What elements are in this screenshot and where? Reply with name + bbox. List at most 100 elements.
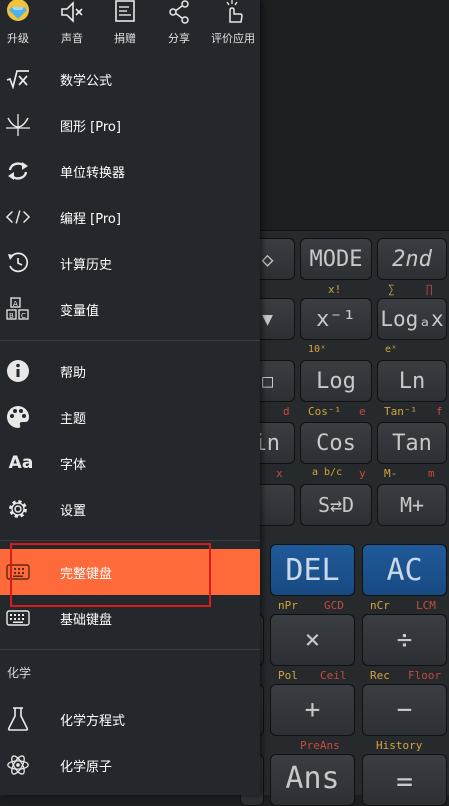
divider [0, 649, 260, 650]
menu-chem-atom-label: 化学原子 [60, 759, 113, 775]
label-npr: nPr [278, 599, 298, 612]
menu-font-label: 字体 [60, 457, 87, 473]
donate-action[interactable]: 捐赠 [102, 0, 148, 50]
second-key[interactable]: 2nd [377, 238, 447, 280]
navigation-drawer: 升级 声音 捐赠 分享 评价应用 数学公式 图形 [Pro] 单位转换器 编程 … [0, 0, 260, 795]
label-gcd: GCD [324, 599, 344, 612]
menu-variables-label: 变量值 [60, 303, 100, 319]
menu-font[interactable]: Aa 字体 [0, 440, 260, 486]
menu-help[interactable]: 帮助 [0, 348, 260, 394]
share-icon [156, 0, 202, 28]
label-pi-product: ∏ [426, 283, 433, 296]
drawer-top-actions: 升级 声音 捐赠 分享 评价应用 [0, 0, 260, 56]
menu-unit-converter-label: 单位转换器 [60, 165, 126, 181]
upgrade-action[interactable]: 升级 [0, 0, 41, 50]
keyboard-icon [6, 606, 30, 630]
label-ex: eˣ [385, 344, 398, 355]
divide-key[interactable]: ÷ [362, 614, 447, 666]
log-a-x-key[interactable]: Logₐx [377, 298, 447, 340]
abc-blocks-icon: ABC [6, 297, 30, 321]
square-icon: □ [262, 370, 273, 392]
rate-app-label: 评价应用 [211, 32, 255, 45]
label-m: m [428, 467, 435, 480]
menu-unit-converter[interactable]: 单位转换器 [0, 148, 260, 194]
ln-key[interactable]: Ln [377, 360, 447, 402]
equals-key[interactable]: = [362, 754, 447, 806]
s-d-toggle-key[interactable]: S⇄D [300, 484, 372, 526]
label-f: f [436, 405, 443, 418]
palette-icon [6, 405, 30, 429]
menu-math-formulas[interactable]: 数学公式 [0, 56, 260, 102]
label-y: y [359, 467, 366, 480]
atom-icon [6, 753, 30, 777]
rate-hand-icon [207, 0, 259, 28]
label-x-factorial: x! [328, 283, 342, 296]
gem-icon [0, 0, 41, 28]
sqrt-x-icon [6, 67, 30, 91]
label-floor: Floor [408, 669, 442, 682]
share-action[interactable]: 分享 [156, 0, 202, 50]
plus-key[interactable]: + [270, 684, 355, 736]
menu-graph[interactable]: 图形 [Pro] [0, 102, 260, 148]
menu-chem-equation-label: 化学方程式 [60, 713, 126, 729]
flask-icon [6, 707, 30, 731]
label-lcm: LCM [416, 599, 436, 612]
label-e: e [359, 405, 366, 418]
triangle-down-icon: ▼ [262, 308, 273, 330]
chemistry-section-header: 化学 [7, 666, 32, 680]
share-label: 分享 [168, 32, 190, 45]
menu-calc-history[interactable]: 计算历史 [0, 240, 260, 286]
font-icon: Aa [8, 453, 34, 473]
label-x: x [276, 467, 283, 480]
donate-icon [102, 0, 148, 28]
menu-basic-keyboard-label: 基础键盘 [60, 612, 113, 628]
label-history: History [376, 739, 423, 752]
x-inverse-key[interactable]: x⁻¹ [300, 298, 372, 340]
code-icon [6, 205, 30, 229]
log-key[interactable]: Log [300, 360, 372, 402]
menu-calc-history-label: 计算历史 [60, 257, 113, 273]
label-ceil: Ceil [320, 669, 347, 682]
tan-key[interactable]: Tan [377, 422, 447, 464]
label-rec: Rec [370, 669, 390, 682]
sound-label: 声音 [61, 32, 83, 45]
menu-settings[interactable]: 设置 [0, 486, 260, 532]
label-sigma: ∑ [388, 283, 395, 296]
label-m-minus: M- [384, 467, 398, 480]
upgrade-label: 升级 [7, 32, 29, 45]
info-icon [6, 359, 30, 383]
svg-text:A: A [13, 300, 18, 308]
label-preans: PreAns [300, 739, 340, 752]
menu-theme-label: 主题 [60, 411, 87, 427]
all-clear-key[interactable]: AC [362, 544, 447, 596]
calculator-display [260, 0, 449, 231]
mode-key[interactable]: MODE [300, 238, 372, 280]
rate-app-action[interactable]: 评价应用 [207, 0, 259, 50]
menu-math-formulas-label: 数学公式 [60, 73, 113, 89]
label-abc: a b/c [312, 467, 343, 478]
menu-chem-equation[interactable]: 化学方程式 [0, 696, 260, 742]
sound-mute-icon [49, 0, 95, 28]
label-d: d [283, 405, 290, 418]
menu-programming[interactable]: 编程 [Pro] [0, 194, 260, 240]
m-plus-key[interactable]: M+ [377, 484, 447, 526]
menu-variables[interactable]: ABC 变量值 [0, 286, 260, 332]
label-pol: Pol [278, 669, 298, 682]
minus-key[interactable]: − [362, 684, 447, 736]
menu-chem-atom[interactable]: 化学原子 [0, 742, 260, 788]
divider [0, 340, 260, 341]
settings-icon [6, 497, 30, 521]
highlight-annotation-box [10, 543, 211, 607]
ans-key[interactable]: Ans [270, 754, 355, 806]
label-cos-inverse: Cos⁻¹ [308, 405, 342, 418]
menu-theme[interactable]: 主题 [0, 394, 260, 440]
menu-graph-label: 图形 [Pro] [60, 119, 121, 135]
sound-action[interactable]: 声音 [49, 0, 95, 50]
multiply-key[interactable]: × [270, 614, 355, 666]
menu-programming-label: 编程 [Pro] [60, 211, 121, 227]
cos-key[interactable]: Cos [300, 422, 372, 464]
svg-text:C: C [21, 312, 26, 320]
svg-text:B: B [9, 312, 14, 320]
diamond-arrow-icon: ◇ [261, 247, 274, 271]
delete-key[interactable]: DEL [270, 544, 355, 596]
